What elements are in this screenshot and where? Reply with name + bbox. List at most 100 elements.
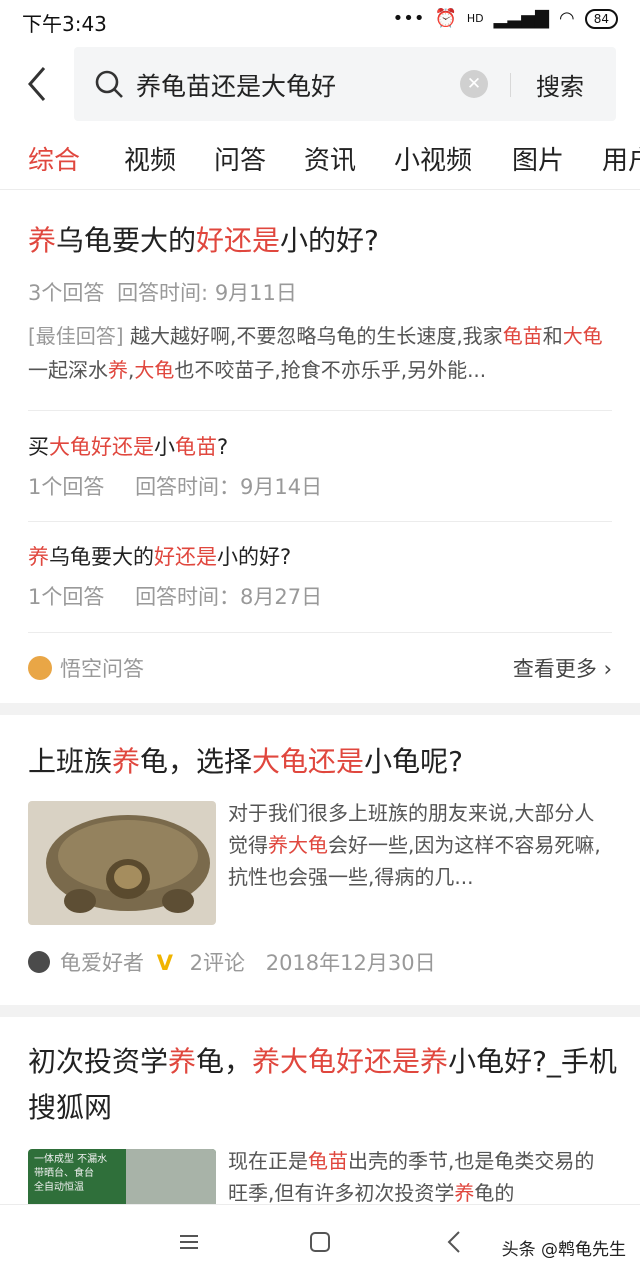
more-dots-icon: ••• (392, 8, 425, 29)
highlighted-keyword: 养 (28, 224, 57, 257)
source-label: 悟空问答 (60, 657, 144, 681)
text-segment: 小的好? (280, 224, 379, 257)
text-segment: ? (217, 435, 229, 459)
hd-label: HD (466, 12, 484, 25)
comment-count: 2评论 (189, 951, 246, 975)
qa-row-title[interactable]: 买大龟好还是小龟苗? (28, 431, 228, 461)
system-nav-bar: 头条 @鹎龟先生 (0, 1204, 640, 1280)
qa-top-excerpt[interactable]: [最佳回答] 越大越好啊,不要忽略乌龟的生长速度,我家龟苗和大龟一起深水养,大龟… (28, 319, 618, 387)
tab-users[interactable]: 用户 (602, 140, 640, 177)
chevron-right-icon: › (603, 657, 612, 681)
text-segment: 越大越好啊,不要忽略乌龟的生长速度,我家 (123, 324, 503, 348)
highlighted-keyword: 大龟还是 (252, 745, 365, 778)
clear-icon[interactable]: ✕ (460, 70, 488, 98)
search-box[interactable]: 养龟苗还是大龟好 ✕ 搜索 (74, 47, 616, 121)
highlighted-keyword: 大龟好还是 (49, 435, 154, 459)
author-name[interactable]: 龟爱好者 (60, 951, 144, 975)
section-separator (0, 1005, 640, 1017)
text-segment: 乌龟要大的 (56, 224, 197, 257)
search-divider (510, 73, 511, 97)
divider (28, 410, 612, 411)
text-segment: 龟的 (474, 1181, 515, 1204)
answer-count: 3个回答 (28, 281, 105, 305)
best-answer-prefix: [最佳回答] (28, 324, 124, 348)
article-title[interactable]: 上班族养龟，选择大龟还是小龟呢? (28, 739, 618, 785)
tab-news[interactable]: 资讯 (304, 140, 356, 177)
text-segment: 龟，选择 (140, 745, 253, 778)
menu-icon[interactable] (174, 1227, 204, 1257)
tab-comprehensive[interactable]: 综合 (28, 140, 80, 177)
divider (28, 521, 612, 522)
text-segment: 和 (542, 324, 563, 348)
back-button[interactable] (22, 64, 52, 104)
article-excerpt: 对于我们很多上班族的朋友来说,大部分人觉得养大龟会好一些,因为这样不容易死嘛,抗… (228, 797, 612, 893)
text-segment: 现在正是 (228, 1149, 308, 1173)
answer-time: 回答时间: 9月11日 (117, 281, 297, 305)
tab-video[interactable]: 视频 (124, 140, 176, 177)
article-excerpt: 现在正是龟苗出壳的季节,也是龟类交易的旺季,但有许多初次投资学养龟的 (228, 1145, 612, 1204)
status-time: 下午3:43 (22, 12, 107, 36)
article-title[interactable]: 初次投资学养龟，养大龟好还是养小龟好?_手机搜狐网 (28, 1039, 618, 1131)
tank-thumbnail[interactable]: 一体成型 不漏水 带晒台、食台 全自动恒温 (28, 1149, 216, 1204)
view-more-label: 查看更多 (512, 657, 597, 681)
highlighted-keyword: 龟苗 (308, 1149, 348, 1173)
text-segment: 买 (28, 435, 49, 459)
battery-icon: 84 (584, 8, 618, 29)
qa-row-meta: 1个回答 回答时间：9月14日 (28, 471, 322, 501)
highlighted-keyword: 大龟 (562, 324, 603, 348)
search-button[interactable]: 搜索 (536, 67, 584, 102)
article-card[interactable]: 上班族养龟，选择大龟还是小龟呢? 对于我们很多上班族的朋友来说,大部分人觉得养大… (0, 715, 640, 1005)
highlighted-keyword: 养 (108, 358, 128, 382)
home-icon[interactable] (305, 1227, 335, 1257)
text-segment: 龟， (196, 1045, 253, 1078)
chevron-left-icon (28, 67, 46, 101)
highlighted-keyword: 养大龟 (268, 833, 328, 857)
search-input[interactable]: 养龟苗还是大龟好 (136, 67, 336, 103)
tab-bar: 综合 视频 问答 资讯 小视频 图片 用户 (0, 130, 640, 190)
qa-row-title[interactable]: 养乌龟要大的好还是小的好? (28, 541, 291, 571)
tab-images[interactable]: 图片 (512, 140, 564, 177)
highlighted-keyword: 养 (168, 1045, 197, 1078)
verified-badge: V (156, 951, 173, 975)
highlighted-keyword: 龟苗 (175, 435, 217, 459)
view-more-link[interactable]: 查看更多 › (513, 653, 612, 683)
answer-count: 1个回答 (28, 585, 105, 609)
status-bar: 下午3:43 ••• ⏰ HD ▂▃▅▇ ◠ 84 (0, 0, 640, 40)
back-nav-icon[interactable] (440, 1227, 470, 1257)
alarm-icon: ⏰ (434, 8, 457, 29)
qa-card: 养乌龟要大的好还是小的好? 3个回答 回答时间: 9月11日 [最佳回答] 越大… (0, 191, 640, 703)
text-segment: 一起深水 (28, 358, 108, 382)
divider (28, 632, 612, 633)
highlighted-keyword: 养 (28, 545, 49, 569)
turtle-thumbnail[interactable] (28, 801, 216, 925)
text-segment: 也不咬苗子,抢食不亦乐乎,另外能... (174, 358, 487, 382)
text-segment: 小龟呢? (364, 745, 463, 778)
answer-count: 1个回答 (28, 475, 105, 499)
qa-row-meta: 1个回答 回答时间：8月27日 (28, 581, 322, 611)
text-segment: 乌龟要大的 (49, 545, 154, 569)
qa-top-title[interactable]: 养乌龟要大的好还是小的好? (28, 219, 379, 259)
author-avatar[interactable] (28, 951, 50, 973)
text-segment: 小 (154, 435, 175, 459)
article-card[interactable]: 初次投资学养龟，养大龟好还是养小龟好?_手机搜狐网 一体成型 不漏水 带晒台、食… (0, 1017, 640, 1204)
publish-date: 2018年12月30日 (265, 951, 436, 975)
highlighted-keyword: 大龟 (134, 358, 175, 382)
wifi-icon: ◠ (559, 8, 575, 29)
thumb-line: 一体成型 不漏水 (34, 1154, 108, 1165)
article-meta: 龟爱好者 V 2评论 2018年12月30日 (60, 947, 436, 977)
tab-short-video[interactable]: 小视频 (394, 140, 472, 177)
highlighted-keyword: 养 (454, 1181, 475, 1204)
highlighted-keyword: 好还是 (154, 545, 217, 569)
highlighted-keyword: 好还是 (196, 224, 281, 257)
tab-qa[interactable]: 问答 (214, 140, 266, 177)
answer-time: 回答时间：8月27日 (135, 585, 323, 609)
answer-time: 回答时间：9月14日 (135, 475, 323, 499)
status-icons: ••• ⏰ HD ▂▃▅▇ ◠ 84 (393, 8, 618, 29)
watermark: 头条 @鹎龟先生 (501, 1240, 626, 1260)
search-header: 养龟苗还是大龟好 ✕ 搜索 (0, 40, 640, 130)
section-separator (0, 703, 640, 715)
highlighted-keyword: 养 (112, 745, 141, 778)
text-segment: 初次投资学 (28, 1045, 169, 1078)
thumbnail-text: 一体成型 不漏水 带晒台、食台 全自动恒温 (34, 1153, 107, 1195)
turtle-image-icon (28, 801, 216, 925)
